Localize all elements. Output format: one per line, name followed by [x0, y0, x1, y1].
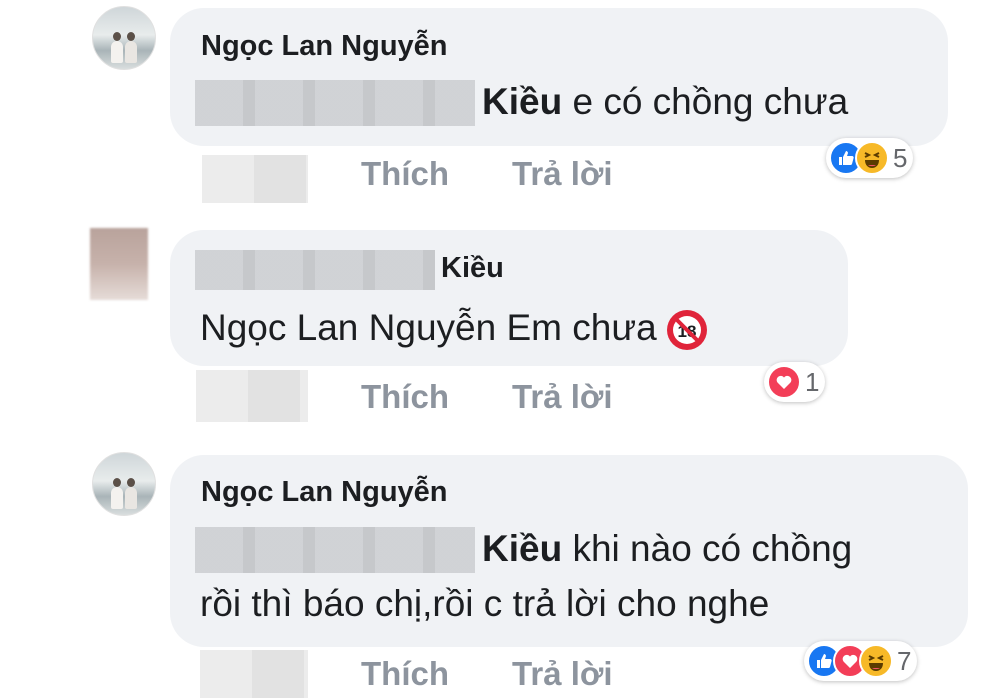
- haha-icon: [859, 644, 893, 678]
- reaction-count: 5: [893, 142, 908, 173]
- mention-tag[interactable]: Ngọc Lan Nguyễn: [200, 307, 496, 348]
- redacted-name: [195, 250, 435, 290]
- mention-tag[interactable]: Kiều: [482, 528, 562, 569]
- haha-icon: [855, 141, 889, 175]
- comment-author[interactable]: Ngọc Lan Nguyễn: [201, 476, 448, 509]
- like-action[interactable]: Thích: [361, 378, 449, 416]
- comment-author[interactable]: Ngọc Lan Nguyễn: [201, 30, 448, 63]
- reply-action[interactable]: Trả lời: [512, 378, 613, 416]
- avatar[interactable]: [90, 228, 148, 300]
- like-action[interactable]: Thích: [361, 655, 449, 693]
- comment-text: Kiều khi nào có chồng: [482, 528, 853, 569]
- reply-action[interactable]: Trả lời: [512, 155, 613, 193]
- like-action[interactable]: Thích: [361, 155, 449, 193]
- avatar[interactable]: [92, 452, 156, 516]
- mention-tag[interactable]: Kiều: [482, 81, 562, 122]
- redacted-name: [195, 527, 475, 573]
- comment-text: Ngọc Lan Nguyễn Em chưa18: [200, 302, 709, 354]
- comment-thread: Ngọc Lan Nguyễn Kiều e có chồng chưa Thí…: [0, 0, 1000, 698]
- avatar[interactable]: [92, 6, 156, 70]
- reaction-count: 1: [805, 366, 820, 397]
- reaction-count: 7: [897, 645, 912, 676]
- redacted-name: [195, 80, 475, 126]
- comment-text: Kiều e có chồng chưa: [482, 81, 849, 122]
- reaction-summary[interactable]: 7: [804, 641, 918, 681]
- comment-text-line2: rồi thì báo chị,rồi c trả lời cho nghe: [200, 583, 770, 624]
- love-icon: [767, 365, 801, 399]
- comment-author[interactable]: Kiều: [441, 252, 504, 285]
- redacted-block: [200, 650, 308, 698]
- no-under-18-icon: 18: [666, 310, 707, 351]
- redacted-block: [196, 370, 308, 422]
- reaction-summary[interactable]: 5: [826, 138, 914, 178]
- reaction-summary[interactable]: 1: [764, 362, 826, 402]
- redacted-block: [202, 155, 308, 203]
- reply-action[interactable]: Trả lời: [512, 655, 613, 693]
